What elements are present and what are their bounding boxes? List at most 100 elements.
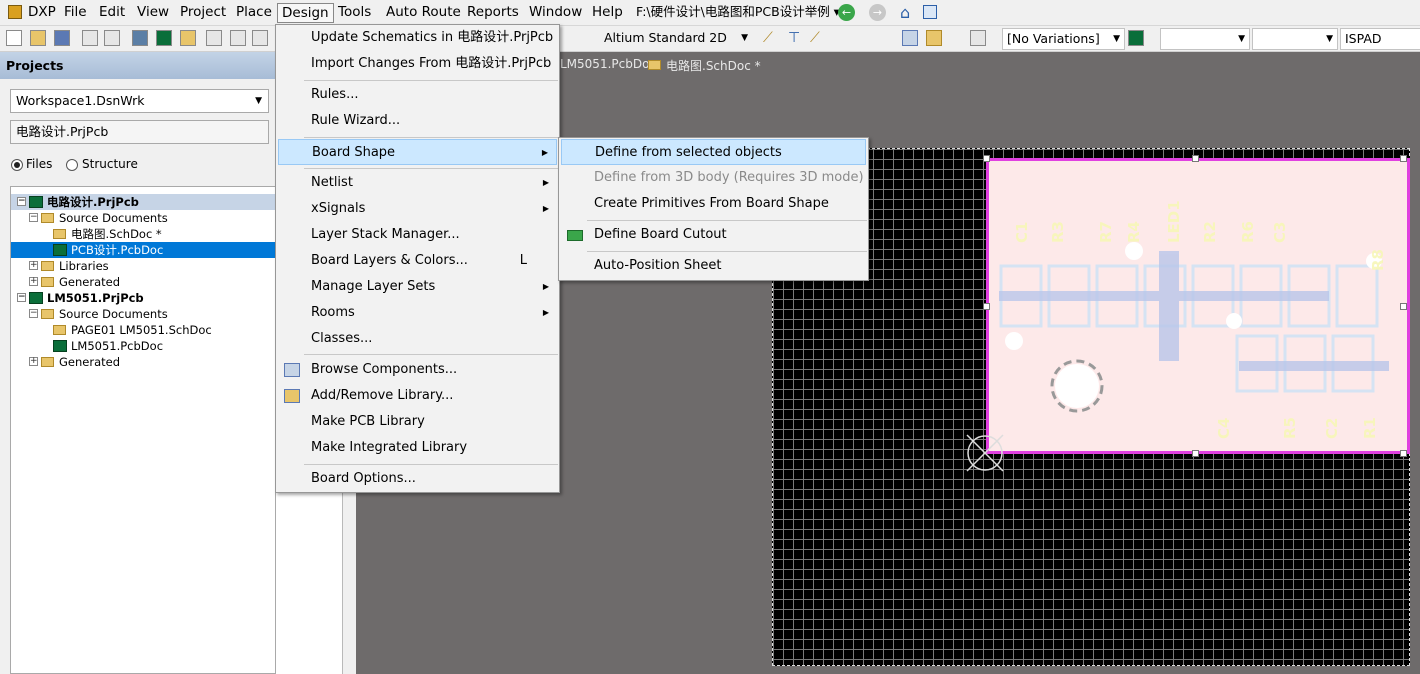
tree-item-project[interactable]: − 电路设计.PrjPcb (11, 194, 275, 210)
home-icon[interactable]: ⌂ (900, 3, 910, 22)
new-icon[interactable] (6, 30, 22, 46)
layers-icon[interactable] (180, 30, 196, 46)
tab-lm5051-pcbdoc[interactable]: LM5051.PcbDoc (560, 57, 656, 71)
tree-item-document[interactable]: PCB设计.PcbDoc (11, 242, 275, 258)
project-field[interactable]: 电路设计.PrjPcb (10, 120, 269, 144)
menu-reports[interactable]: Reports (463, 3, 523, 23)
resize-handle[interactable] (983, 155, 990, 162)
print-preview-icon[interactable] (104, 30, 120, 46)
menu-dxp[interactable]: DXP (24, 3, 60, 23)
menu-item-auto-position-sheet[interactable]: Auto-Position Sheet (561, 253, 866, 279)
menu-item-rules[interactable]: Rules... (278, 82, 557, 108)
refresh-icon[interactable] (923, 5, 937, 19)
expand-icon[interactable]: + (29, 261, 38, 270)
component-icon[interactable] (970, 30, 986, 46)
menu-item-rooms[interactable]: Rooms ▶ (278, 300, 557, 326)
menu-window[interactable]: Window (525, 3, 586, 23)
tree-item-folder[interactable]: − Source Documents (11, 306, 275, 322)
interactive-route-icon[interactable]: ⊤ (788, 30, 804, 46)
view-mode-select[interactable]: Altium Standard 2D ▼ (600, 28, 752, 50)
zoom-icon[interactable] (252, 30, 268, 46)
pcb-icon[interactable] (156, 30, 172, 46)
back-icon[interactable]: ← (838, 4, 855, 21)
menu-item-update-schematics[interactable]: Update Schematics in 电路设计.PrjPcb (278, 25, 557, 51)
menu-project[interactable]: Project (176, 3, 230, 23)
menu-item-netlist[interactable]: Netlist ▶ (278, 170, 557, 196)
tree-item-folder[interactable]: + Libraries (11, 258, 275, 274)
menu-item-label: Define Board Cutout (594, 227, 727, 242)
resize-handle[interactable] (1192, 450, 1199, 457)
menu-item-browse-components[interactable]: Browse Components... (278, 357, 557, 383)
menu-tools[interactable]: Tools (334, 3, 375, 23)
variant-icon[interactable] (1128, 30, 1144, 46)
radio-structure[interactable] (66, 159, 78, 171)
tree-item-document[interactable]: PAGE01 LM5051.SchDoc (11, 322, 275, 338)
print-icon[interactable] (82, 30, 98, 46)
menu-item-label: Manage Layer Sets (311, 279, 436, 294)
menu-item-rule-wizard[interactable]: Rule Wizard... (278, 108, 557, 134)
menu-item-label: Board Layers & Colors... (311, 253, 468, 268)
expand-icon[interactable]: + (29, 277, 38, 286)
menu-item-make-pcb-library[interactable]: Make PCB Library (278, 409, 557, 435)
tree-item-folder[interactable]: + Generated (11, 354, 275, 370)
menu-item-layer-stack-manager[interactable]: Layer Stack Manager... (278, 222, 557, 248)
library-icon (284, 389, 300, 403)
expand-icon[interactable]: + (29, 357, 38, 366)
menu-item-create-primitives[interactable]: Create Primitives From Board Shape (561, 191, 866, 217)
resize-handle[interactable] (1192, 155, 1199, 162)
save-icon[interactable] (54, 30, 70, 46)
menu-place[interactable]: Place (232, 3, 276, 23)
menu-design[interactable]: Design (277, 3, 334, 23)
filter-select-1[interactable]: ▼ (1160, 28, 1250, 50)
workspace-select[interactable]: Workspace1.DsnWrk ▼ (10, 89, 269, 113)
menu-item-define-from-selected[interactable]: Define from selected objects (561, 139, 866, 165)
open-icon[interactable] (30, 30, 46, 46)
filter-select-2[interactable]: ▼ (1252, 28, 1338, 50)
resize-handle[interactable] (1400, 303, 1407, 310)
fill-icon[interactable] (902, 30, 918, 46)
collapse-icon[interactable]: − (17, 293, 26, 302)
projects-panel-title: Projects (0, 52, 276, 79)
tree-item-folder[interactable]: + Generated (11, 274, 275, 290)
menu-auto-route[interactable]: Auto Route (382, 3, 465, 23)
board-outline[interactable]: C1 R3 R7 R4 LED1 R2 R6 C3 R8 C4 R5 C2 R1 (986, 158, 1410, 454)
ispad-select[interactable]: ISPAD (1340, 28, 1420, 50)
tree-item-project[interactable]: − LM5051.PrjPcb (11, 290, 275, 306)
collapse-icon[interactable]: − (17, 197, 26, 206)
tree-item-document[interactable]: LM5051.PcbDoc (11, 338, 275, 354)
tree-item-document[interactable]: 电路图.SchDoc * (11, 226, 275, 242)
collapse-icon[interactable]: − (29, 309, 38, 318)
resize-handle[interactable] (1400, 450, 1407, 457)
forward-icon[interactable]: → (869, 4, 886, 21)
route-icon[interactable]: ⟋ (763, 30, 779, 46)
dxp-icon[interactable] (8, 5, 22, 19)
menu-item-board-options[interactable]: Board Options... (278, 466, 557, 492)
resize-handle[interactable] (1400, 155, 1407, 162)
polygon-icon[interactable] (926, 30, 942, 46)
tree-item-label: LM5051.PcbDoc (71, 339, 164, 353)
menu-item-board-layers-colors[interactable]: Board Layers & Colors... L (278, 248, 557, 274)
menu-item-board-shape[interactable]: Board Shape ▶ (278, 139, 557, 165)
menu-view[interactable]: View (133, 3, 173, 23)
menu-item-add-remove-library[interactable]: Add/Remove Library... (278, 383, 557, 409)
menu-item-xsignals[interactable]: xSignals ▶ (278, 196, 557, 222)
menu-item-manage-layer-sets[interactable]: Manage Layer Sets ▶ (278, 274, 557, 300)
tree-item-folder[interactable]: − Source Documents (11, 210, 275, 226)
menu-help[interactable]: Help (588, 3, 627, 23)
tab-schdoc[interactable]: 电路图.SchDoc * (666, 57, 761, 74)
zoom-area-icon[interactable] (230, 30, 246, 46)
resize-handle[interactable] (983, 303, 990, 310)
collapse-icon[interactable]: − (29, 213, 38, 222)
project-path-dropdown[interactable]: F:\硬件设计\电路图和PCB设计举例 ▾ (636, 3, 840, 23)
menu-item-classes[interactable]: Classes... (278, 326, 557, 352)
menu-edit[interactable]: Edit (95, 3, 129, 23)
zoom-fit-icon[interactable] (206, 30, 222, 46)
3d-view-icon[interactable] (132, 30, 148, 46)
menu-item-import-changes[interactable]: Import Changes From 电路设计.PrjPcb (278, 51, 557, 77)
menu-item-make-integrated-library[interactable]: Make Integrated Library (278, 435, 557, 461)
radio-files[interactable] (11, 159, 23, 171)
menu-item-define-board-cutout[interactable]: Define Board Cutout (561, 222, 866, 248)
menu-file[interactable]: File (60, 3, 91, 23)
diff-pair-icon[interactable]: ⟋ (810, 30, 826, 46)
variations-select[interactable]: [No Variations] ▼ (1002, 28, 1125, 50)
